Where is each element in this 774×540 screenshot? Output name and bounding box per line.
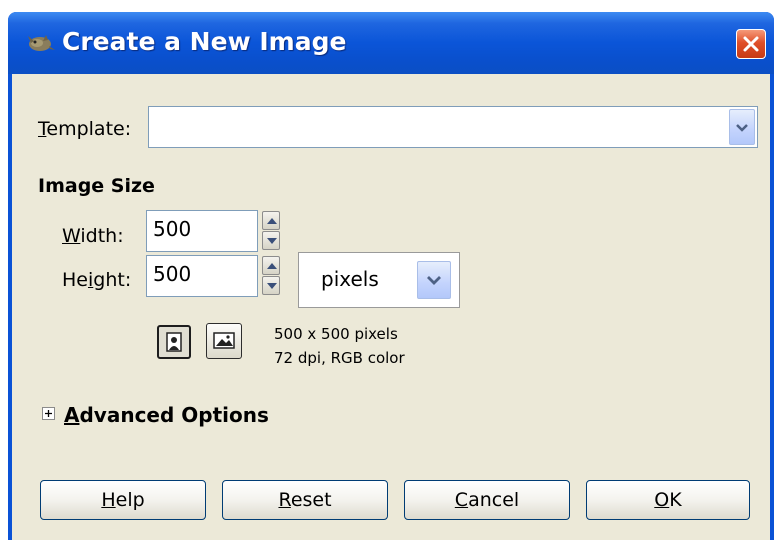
template-label: Template: <box>38 118 132 140</box>
unit-dropdown-button[interactable] <box>417 261 451 299</box>
landscape-icon <box>213 332 235 349</box>
title-bar[interactable]: Create a New Image <box>8 12 774 74</box>
width-increment-button[interactable] <box>262 211 280 230</box>
dialog-window: Create a New Image Template: Image Size … <box>8 12 774 540</box>
cancel-button[interactable]: Cancel <box>404 480 570 520</box>
width-decrement-button[interactable] <box>262 231 280 250</box>
arrow-up-icon <box>267 263 277 269</box>
help-button[interactable]: Help <box>40 480 206 520</box>
close-icon <box>743 36 759 52</box>
width-spinner[interactable] <box>262 211 280 251</box>
advanced-options-label[interactable]: Advanced Options <box>64 403 269 427</box>
image-resolution-info: 72 dpi, RGB color <box>274 349 405 367</box>
landscape-orientation-button[interactable] <box>206 323 242 359</box>
template-select[interactable] <box>148 106 758 148</box>
arrow-down-icon <box>267 283 277 289</box>
unit-select[interactable]: pixels <box>298 252 460 308</box>
close-button[interactable] <box>736 29 766 59</box>
width-label: Width: <box>62 225 124 247</box>
portrait-icon <box>166 332 182 352</box>
width-input[interactable]: 500 <box>146 210 258 252</box>
plus-icon <box>45 410 52 417</box>
arrow-up-icon <box>267 218 277 224</box>
image-size-info: 500 x 500 pixels <box>274 325 398 343</box>
portrait-orientation-button[interactable] <box>157 325 191 359</box>
dialog-body: Template: Image Size Width: 500 Height: … <box>12 74 770 540</box>
height-label: Height: <box>62 269 132 291</box>
chevron-down-icon <box>736 124 748 132</box>
ok-button[interactable]: OK <box>586 480 750 520</box>
height-input[interactable]: 500 <box>146 255 258 297</box>
image-size-heading: Image Size <box>38 175 155 197</box>
gimp-wilber-icon <box>22 30 56 54</box>
window-title: Create a New Image <box>62 27 347 56</box>
height-decrement-button[interactable] <box>262 276 280 295</box>
chevron-down-icon <box>427 276 441 285</box>
height-spinner[interactable] <box>262 256 280 296</box>
reset-button[interactable]: Reset <box>222 480 388 520</box>
height-increment-button[interactable] <box>262 256 280 275</box>
template-dropdown-button[interactable] <box>729 109 755 145</box>
arrow-down-icon <box>267 238 277 244</box>
unit-value: pixels <box>321 267 379 291</box>
advanced-options-expander[interactable] <box>42 407 55 420</box>
